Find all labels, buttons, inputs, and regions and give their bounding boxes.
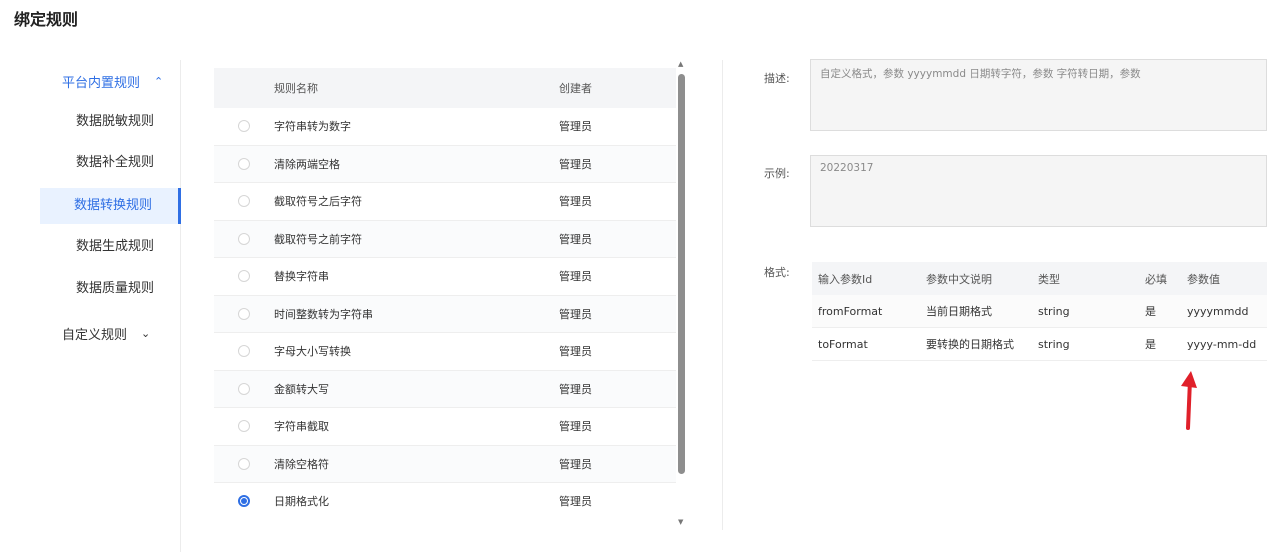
table-row[interactable]: 日期格式化 管理员 [214,483,676,520]
table-row[interactable]: 时间整数转为字符串 管理员 [214,295,676,333]
rules-table-body: 字符串转为数字 管理员 清除两端空格 管理员 截取符号之后字符 管理员 截取符号… [214,108,676,520]
rule-name-cell: 字母大小写转换 [274,345,351,359]
param-value-cell[interactable]: yyyymmdd [1181,295,1267,328]
chevron-up-icon: ⌃ [154,75,164,88]
radio-button[interactable] [238,270,250,283]
header-param-desc: 参数中文说明 [920,262,1032,295]
sidebar-item-conversion[interactable]: 数据转换规则 [40,188,181,224]
creator-cell: 管理员 [559,420,592,434]
header-param-type: 类型 [1032,262,1139,295]
table-row[interactable]: 字符串截取 管理员 [214,408,676,446]
sidebar-item-quality[interactable]: 数据质量规则 [40,271,180,307]
rule-name-cell: 截取符号之前字符 [274,232,362,246]
header-param-value: 参数值 [1181,262,1267,295]
table-row: toFormat 要转换的日期格式 string 是 yyyy-mm-dd [812,327,1267,361]
radio-button-selected[interactable] [238,495,250,508]
creator-cell: 管理员 [559,270,592,284]
table-row[interactable]: 清除两端空格 管理员 [214,145,676,183]
scroll-thumb[interactable] [678,74,685,474]
param-desc-cell: 要转换的日期格式 [920,327,1032,361]
sidebar-item-completion[interactable]: 数据补全规则 [40,145,180,181]
table-row: fromFormat 当前日期格式 string 是 yyyymmdd [812,295,1267,328]
table-row[interactable]: 截取符号之前字符 管理员 [214,220,676,258]
radio-button[interactable] [238,195,250,208]
creator-cell: 管理员 [559,307,592,321]
scroll-down-icon[interactable]: ▼ [678,518,683,526]
scroll-up-icon[interactable]: ▲ [678,60,683,68]
header-creator: 创建者 [559,82,592,95]
page-title: 绑定规则 [14,10,79,29]
table-row[interactable]: 金额转大写 管理员 [214,370,676,408]
sidebar-item-masking[interactable]: 数据脱敏规则 [40,104,180,140]
param-value-cell[interactable]: yyyy-mm-dd [1181,327,1267,361]
param-type-cell: string [1032,295,1139,328]
creator-cell: 管理员 [559,495,592,509]
sidebar-group-label: 平台内置规则 [62,76,141,91]
description-label: 描述: [764,72,790,85]
radio-button[interactable] [238,157,250,170]
header-param-id: 输入参数Id [812,262,920,295]
radio-button[interactable] [238,120,250,133]
param-required-cell: 是 [1139,327,1181,361]
radio-button[interactable] [238,345,250,358]
header-param-required: 必填 [1139,262,1181,295]
creator-cell: 管理员 [559,195,592,209]
sidebar-group-builtin[interactable]: 平台内置规则 ⌃ [62,72,163,91]
rules-table-header: 规则名称 创建者 [214,68,676,108]
rule-name-cell: 清除两端空格 [274,157,340,171]
creator-cell: 管理员 [559,382,592,396]
rule-name-cell: 截取符号之后字符 [274,195,362,209]
description-field: 自定义格式，参数 yyyymmdd 日期转字符，参数 字符转日期，参数 [810,59,1267,131]
rules-table: 规则名称 创建者 字符串转为数字 管理员 清除两端空格 管理员 截取符号之后字符… [214,68,676,520]
table-row[interactable]: 字符串转为数字 管理员 [214,108,676,146]
radio-button[interactable] [238,420,250,433]
rule-name-cell: 字符串截取 [274,420,329,434]
rule-name-cell: 清除空格符 [274,457,329,471]
sidebar-group-label: 自定义规则 [62,328,128,343]
param-type-cell: string [1032,327,1139,361]
format-label: 格式: [764,266,790,279]
annotation-arrow-icon [1181,371,1197,430]
rule-name-cell: 金额转大写 [274,382,329,396]
radio-button[interactable] [238,307,250,320]
table-scrollbar[interactable]: ▲ ▼ [677,60,687,526]
param-desc-cell: 当前日期格式 [920,295,1032,328]
radio-button[interactable] [238,457,250,470]
chevron-down-icon: ⌄ [141,327,151,340]
rule-name-cell: 字符串转为数字 [274,120,351,134]
params-header-row: 输入参数Id 参数中文说明 类型 必填 参数值 [812,262,1267,295]
example-label: 示例: [764,167,790,180]
sidebar-group-custom[interactable]: 自定义规则 ⌄ [62,324,150,343]
radio-button[interactable] [238,382,250,395]
creator-cell: 管理员 [559,120,592,134]
rule-name-cell: 替换字符串 [274,270,329,284]
params-table: 输入参数Id 参数中文说明 类型 必填 参数值 fromFormat 当前日期格… [812,262,1267,361]
rule-name-cell: 日期格式化 [274,495,329,509]
param-id-cell: fromFormat [812,295,920,328]
creator-cell: 管理员 [559,232,592,246]
creator-cell: 管理员 [559,457,592,471]
table-row[interactable]: 替换字符串 管理员 [214,258,676,296]
table-row[interactable]: 清除空格符 管理员 [214,445,676,483]
param-id-cell: toFormat [812,327,920,361]
sidebar-item-generation[interactable]: 数据生成规则 [40,229,180,265]
param-required-cell: 是 [1139,295,1181,328]
sidebar-divider [180,60,181,552]
header-rule-name: 规则名称 [274,82,318,95]
rule-name-cell: 时间整数转为字符串 [274,307,373,321]
radio-button[interactable] [238,232,250,245]
panel-divider [722,60,723,530]
table-row[interactable]: 字母大小写转换 管理员 [214,333,676,371]
table-row[interactable]: 截取符号之后字符 管理员 [214,183,676,221]
creator-cell: 管理员 [559,345,592,359]
creator-cell: 管理员 [559,157,592,171]
example-field: 20220317 [810,155,1267,227]
